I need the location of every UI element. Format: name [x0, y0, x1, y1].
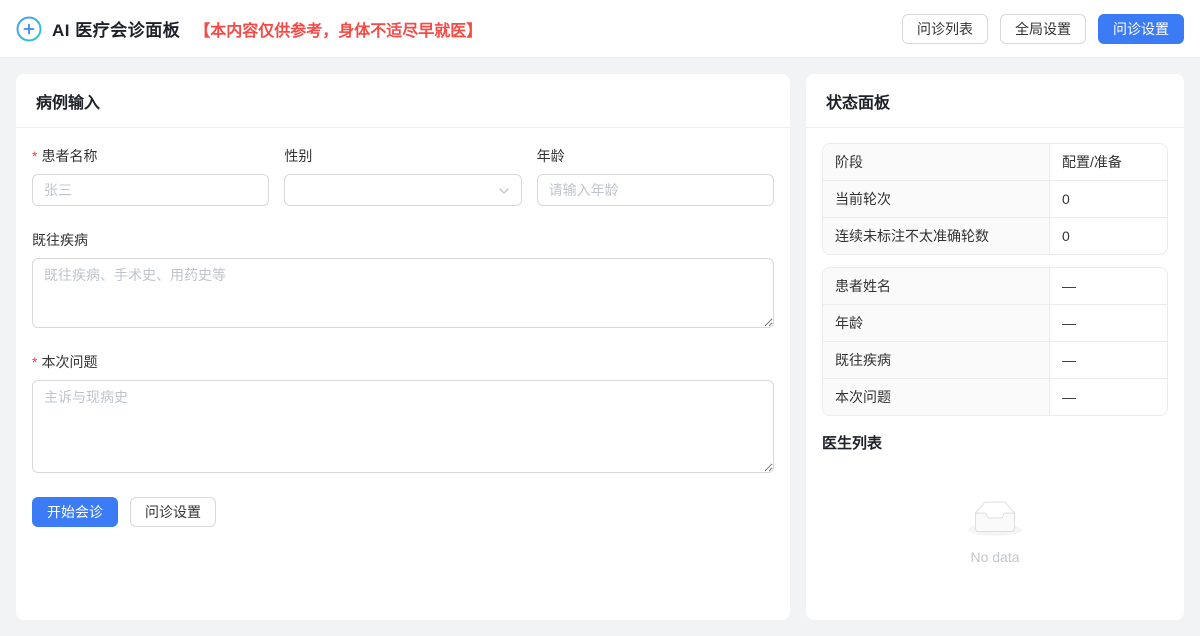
status-card-header: 状态面板 [806, 74, 1184, 128]
row-label: 本次问题 [823, 379, 1050, 415]
row-value: — [1050, 379, 1167, 415]
question-textarea[interactable] [32, 380, 774, 473]
consult-settings-button[interactable]: 问诊设置 [1098, 14, 1184, 44]
start-consult-button[interactable]: 开始会诊 [32, 497, 118, 527]
form-row-basic: * 患者名称 性别 [32, 146, 774, 206]
main-content: 病例输入 * 患者名称 性别 [0, 58, 1200, 636]
table-row: 阶段 配置/准备 [823, 144, 1167, 180]
row-value: 配置/准备 [1050, 144, 1167, 180]
row-value: — [1050, 268, 1167, 304]
patient-name-item: * 患者名称 [32, 146, 269, 206]
doctor-list-title: 医生列表 [822, 432, 1168, 453]
case-card-title: 病例输入 [36, 89, 100, 113]
patient-name-label: * 患者名称 [32, 146, 269, 166]
row-label: 患者姓名 [823, 268, 1050, 304]
empty-inbox-icon [968, 501, 1022, 541]
gender-label: 性别 [284, 146, 521, 166]
row-label: 阶段 [823, 144, 1050, 180]
form-actions: 开始会诊 问诊设置 [32, 497, 774, 527]
table-row: 年龄 — [823, 304, 1167, 341]
session-status-table: 阶段 配置/准备 当前轮次 0 连续未标注不太准确轮数 0 [822, 143, 1168, 255]
table-row: 患者姓名 — [823, 268, 1167, 304]
age-item: 年龄 [537, 146, 774, 206]
plus-circle-icon [16, 16, 42, 42]
patient-info-table: 患者姓名 — 年龄 — 既往疾病 — 本次问题 — [822, 267, 1168, 416]
row-value: — [1050, 305, 1167, 341]
status-body: 阶段 配置/准备 当前轮次 0 连续未标注不太准确轮数 0 患者姓名 — [806, 128, 1184, 580]
chevron-down-icon [497, 184, 511, 198]
case-input-card: 病例输入 * 患者名称 性别 [16, 74, 790, 620]
patient-name-input[interactable] [32, 174, 269, 206]
age-label: 年龄 [537, 146, 774, 166]
history-item: 既往疾病 [32, 230, 774, 328]
status-card-title: 状态面板 [826, 89, 890, 113]
question-item: * 本次问题 [32, 352, 774, 473]
history-label: 既往疾病 [32, 230, 774, 250]
table-row: 当前轮次 0 [823, 180, 1167, 217]
medical-disclaimer: 【本内容仅供参考，身体不适尽早就医】 [194, 17, 482, 41]
gender-item: 性别 [284, 146, 521, 206]
required-mark: * [32, 148, 37, 164]
table-row: 既往疾病 — [823, 341, 1167, 378]
row-value: 0 [1050, 181, 1167, 217]
app-header: AI 医疗会诊面板 【本内容仅供参考，身体不适尽早就医】 问诊列表 全局设置 问… [0, 0, 1200, 58]
header-left: AI 医疗会诊面板 【本内容仅供参考，身体不适尽早就医】 [16, 16, 482, 42]
row-label: 年龄 [823, 305, 1050, 341]
doctor-list-empty-state: No data [822, 501, 1168, 565]
case-card-header: 病例输入 [16, 74, 790, 128]
gender-select[interactable] [284, 174, 521, 206]
table-row: 连续未标注不太准确轮数 0 [823, 217, 1167, 254]
global-settings-button[interactable]: 全局设置 [1000, 14, 1086, 44]
case-form: * 患者名称 性别 [16, 128, 790, 545]
consult-settings-secondary-button[interactable]: 问诊设置 [130, 497, 216, 527]
empty-text: No data [822, 549, 1168, 565]
required-mark: * [32, 354, 37, 370]
header-actions: 问诊列表 全局设置 问诊设置 [902, 14, 1184, 44]
history-textarea[interactable] [32, 258, 774, 328]
row-label: 既往疾病 [823, 342, 1050, 378]
row-label: 当前轮次 [823, 181, 1050, 217]
consult-list-button[interactable]: 问诊列表 [902, 14, 988, 44]
status-panel-card: 状态面板 阶段 配置/准备 当前轮次 0 连续未标注不太准确轮数 0 [806, 74, 1184, 620]
row-value: — [1050, 342, 1167, 378]
page-title: AI 医疗会诊面板 [52, 16, 180, 41]
row-value: 0 [1050, 218, 1167, 254]
age-input[interactable] [537, 174, 774, 206]
table-row: 本次问题 — [823, 378, 1167, 415]
row-label: 连续未标注不太准确轮数 [823, 218, 1050, 254]
question-label: * 本次问题 [32, 352, 774, 372]
